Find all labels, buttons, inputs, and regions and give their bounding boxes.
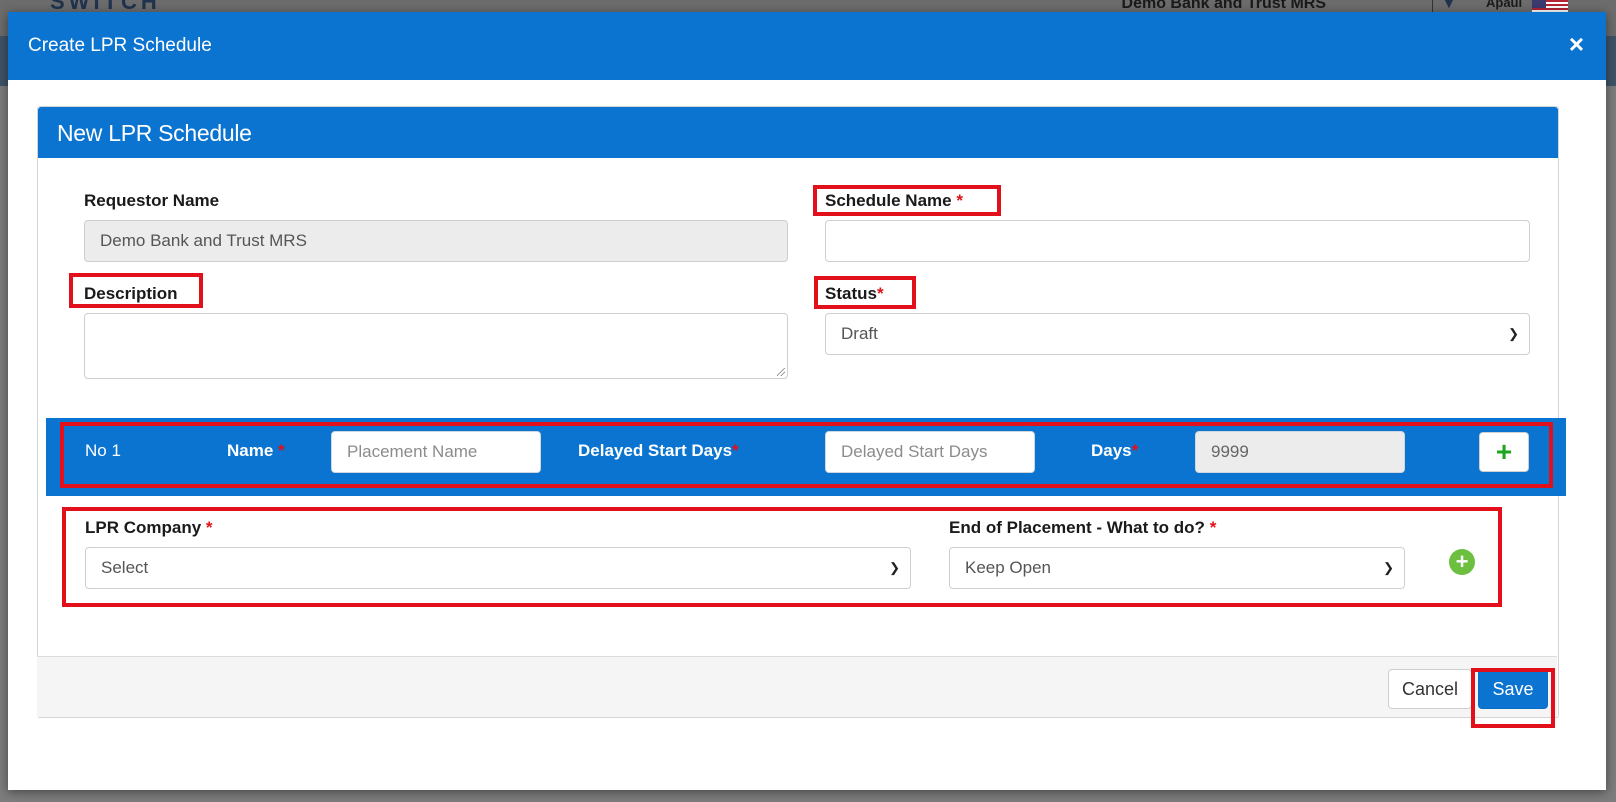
required-marker: * [732,441,739,460]
modal-footer: Cancel Save [37,656,1557,717]
add-placement-button[interactable]: + [1479,432,1529,472]
resize-handle-icon[interactable] [777,368,785,376]
new-lpr-schedule-panel: New LPR Schedule [37,106,1559,718]
close-icon[interactable]: × [1569,30,1584,58]
lpr-company-selected-value: Select [101,558,149,577]
lpr-company-label: LPR Company * [85,518,213,538]
schedule-name-input[interactable] [825,220,1530,262]
placement-name-input[interactable]: Placement Name [331,431,541,473]
bank-name: Demo Bank and Trust MRS [1121,0,1326,12]
required-marker: * [278,441,285,460]
user-name: Apaul [1486,0,1523,10]
chevron-down-icon: ❯ [1508,326,1519,341]
delayed-start-days-label: Delayed Start Days* [578,441,739,461]
lpr-company-select[interactable]: Select ❯ [85,547,911,589]
placement-row: No 1 Name * Placement Name Delayed Start… [46,418,1566,496]
lpr-company-label-text: LPR Company [85,518,202,537]
description-label: Description [84,284,178,303]
user-icon: ▼ [1442,0,1456,11]
app-logo: SWITCH [50,0,190,12]
chevron-down-icon: ❯ [1383,560,1394,575]
required-marker: * [205,518,213,537]
panel-heading: New LPR Schedule [38,107,1558,158]
us-flag-icon [1532,0,1568,12]
end-of-placement-label: End of Placement - What to do? * [949,518,1216,538]
chevron-down-icon: ❯ [889,560,900,575]
status-label-text: Status [825,284,877,303]
status-selected-value: Draft [841,324,878,343]
panel-title: New LPR Schedule [57,120,252,146]
delayed-start-days-input[interactable]: Delayed Start Days [825,431,1035,473]
schedule-name-label-text: Schedule Name [825,191,952,210]
required-marker: * [876,284,884,303]
end-of-placement-selected-value: Keep Open [965,558,1052,577]
plus-icon: + [1455,549,1469,574]
end-of-placement-label-text: End of Placement - What to do? [949,518,1205,537]
status-label: Status* [825,284,884,304]
placement-number: No 1 [85,441,121,460]
end-of-placement-select[interactable]: Keep Open ❯ [949,547,1405,589]
days-label-text: Days [1091,441,1132,460]
save-button[interactable]: Save [1478,669,1548,709]
days-field[interactable]: 9999 [1195,431,1405,473]
requestor-name-label: Requestor Name [84,191,220,210]
plus-icon: + [1495,436,1513,467]
add-lpr-company-icon[interactable]: + [1449,549,1475,575]
delayed-start-days-label-text: Delayed Start Days [578,441,733,460]
placement-name-label: Name * [227,441,285,461]
placement-name-label-text: Name [227,441,274,460]
schedule-name-label: Schedule Name * [825,191,963,211]
requestor-name-field[interactable]: Demo Bank and Trust MRS [84,220,788,262]
modal-header: Create LPR Schedule × [8,12,1606,80]
description-textarea[interactable] [84,313,788,379]
modal-title: Create LPR Schedule [28,35,212,56]
status-select[interactable]: Draft ❯ [825,313,1530,355]
required-marker: * [956,191,963,210]
required-marker: * [1131,441,1139,460]
days-label: Days* [1091,441,1138,461]
required-marker: * [1209,518,1217,537]
cancel-button[interactable]: Cancel [1388,669,1472,709]
